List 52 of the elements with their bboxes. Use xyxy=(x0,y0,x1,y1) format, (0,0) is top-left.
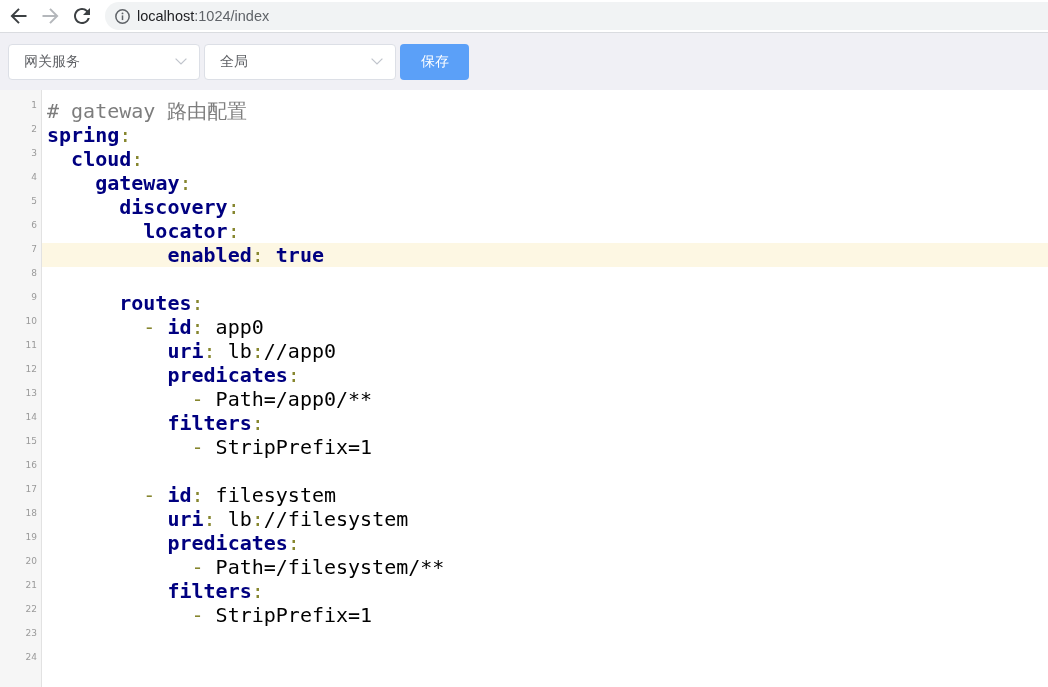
line-number: 8 xyxy=(31,268,37,279)
code-line: gateway: xyxy=(95,171,192,195)
line-number: 3 xyxy=(31,148,37,159)
code-line: enabled: true xyxy=(167,243,324,267)
code-line: - StripPrefix=1 xyxy=(191,435,373,459)
line-number: 18 xyxy=(25,508,37,519)
line-number: 11 xyxy=(25,340,37,351)
code-line: - id: app0 xyxy=(143,315,264,339)
code-line: - Path=/filesystem/** xyxy=(191,555,445,579)
line-number: 19 xyxy=(25,532,37,543)
line-number: 24 xyxy=(25,652,37,663)
line-number: 5 xyxy=(31,196,37,207)
back-arrow-icon[interactable] xyxy=(10,8,27,24)
line-number: 9 xyxy=(31,292,37,303)
code-line: # gateway 路由配置 xyxy=(47,99,248,123)
line-number: 2 xyxy=(31,124,37,135)
info-icon[interactable] xyxy=(115,8,130,24)
line-number: 12 xyxy=(25,364,37,375)
line-number: 10 xyxy=(25,316,37,327)
line-number: 23 xyxy=(25,628,37,639)
line-number: 15 xyxy=(25,436,37,447)
reload-icon[interactable] xyxy=(74,8,90,24)
address-bar[interactable]: localhost:1024/index xyxy=(105,2,1048,30)
line-number: 4 xyxy=(31,172,37,183)
code-line: spring: xyxy=(47,123,132,147)
code-line: predicates: xyxy=(167,531,300,555)
line-number: 17 xyxy=(25,484,37,495)
line-number: 1 xyxy=(31,100,37,111)
code-line: filters: xyxy=(167,411,264,435)
code-line: - id: filesystem xyxy=(143,483,336,507)
code-line: uri: lb://app0 xyxy=(167,339,336,363)
chevron-down-icon xyxy=(371,58,383,65)
line-number: 6 xyxy=(31,220,37,231)
line-number: 21 xyxy=(25,580,37,591)
code-line: discovery: xyxy=(119,195,240,219)
line-number: 7 xyxy=(31,244,37,255)
line-number: 22 xyxy=(25,604,37,615)
code-line: filters: xyxy=(167,579,264,603)
code-line: cloud: xyxy=(71,147,144,171)
code-line: predicates: xyxy=(167,363,300,387)
code-line: locator: xyxy=(143,219,240,243)
code-line: - StripPrefix=1 xyxy=(191,603,373,627)
line-number: 13 xyxy=(25,388,37,399)
code-line: - Path=/app0/** xyxy=(191,387,373,411)
line-number: 20 xyxy=(25,556,37,567)
dropdown[interactable]: 网关服务 xyxy=(8,43,200,80)
line-number: 16 xyxy=(25,460,37,471)
code-line: uri: lb://filesystem xyxy=(167,507,409,531)
line-number: 14 xyxy=(25,412,37,423)
code-line: routes: xyxy=(119,291,204,315)
chevron-down-icon xyxy=(175,58,187,65)
dropdown[interactable]: 全局 xyxy=(204,43,396,80)
